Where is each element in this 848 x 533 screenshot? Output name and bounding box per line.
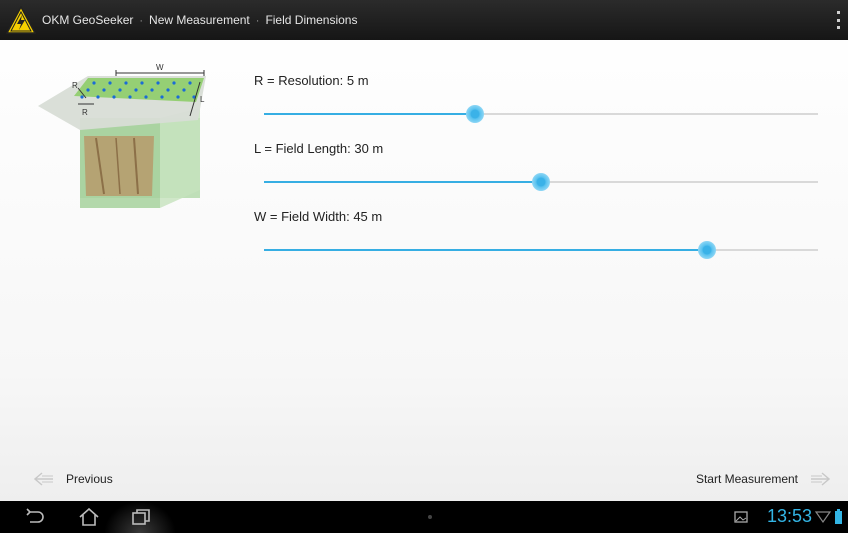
field-width-slider-fill (264, 249, 708, 251)
previous-label: Previous (66, 472, 113, 486)
start-measurement-label: Start Measurement (695, 472, 798, 486)
field-length-slider-thumb[interactable] (532, 173, 550, 191)
gallery-notification-icon[interactable] (734, 511, 748, 523)
back-icon[interactable] (24, 507, 46, 527)
field-length-slider-fill (264, 181, 541, 183)
screen: OKM GeoSeeker · New Measurement · Field Dime… (0, 0, 848, 533)
action-bar: OKM GeoSeeker · New Measurement · Field Dime… (0, 0, 848, 40)
home-icon[interactable] (78, 507, 100, 527)
label-l: L (200, 95, 205, 104)
resolution-slider[interactable] (264, 105, 818, 123)
breadcrumb-separator: · (139, 15, 144, 27)
app-title: OKM GeoSeeker (42, 13, 134, 27)
clock[interactable]: 13:53 (767, 506, 812, 527)
recent-apps-icon[interactable] (130, 507, 152, 527)
field-length-label: L = Field Length: 30 m (254, 141, 384, 156)
field-length-slider[interactable] (264, 173, 818, 191)
arrow-left-icon (34, 472, 53, 486)
field-width-label: W = Field Width: 45 m (254, 209, 383, 224)
arrow-right-icon (811, 472, 830, 486)
breadcrumb-new-measurement: New Measurement (149, 13, 250, 27)
menu-dot-icon[interactable] (428, 515, 432, 519)
breadcrumb-field-dimensions: Field Dimensions (265, 13, 358, 27)
status-icons[interactable] (814, 509, 844, 530)
system-navigation-bar: 13:53 (0, 501, 848, 533)
resolution-label: R = Resolution: 5 m (254, 73, 369, 88)
field-dimensions-illustration: W L R R (34, 58, 220, 208)
label-r-top: R (72, 81, 78, 90)
resolution-slider-fill (264, 113, 475, 115)
breadcrumb: OKM GeoSeeker · New Measurement · Field Dime… (42, 13, 357, 27)
wifi-icon (814, 511, 832, 524)
resolution-slider-thumb[interactable] (465, 105, 484, 123)
previous-button[interactable]: Previous (34, 470, 113, 488)
start-measurement-button[interactable]: Start Measurement (696, 470, 830, 488)
app-logo-icon[interactable] (4, 3, 38, 37)
label-w: W (156, 63, 164, 72)
field-width-slider[interactable] (264, 241, 818, 259)
field-width-slider-thumb[interactable] (698, 241, 717, 259)
breadcrumb-separator: · (255, 15, 260, 27)
battery-icon (835, 511, 842, 524)
overflow-menu-icon[interactable] (834, 11, 842, 29)
label-r-bottom: R (82, 108, 88, 117)
